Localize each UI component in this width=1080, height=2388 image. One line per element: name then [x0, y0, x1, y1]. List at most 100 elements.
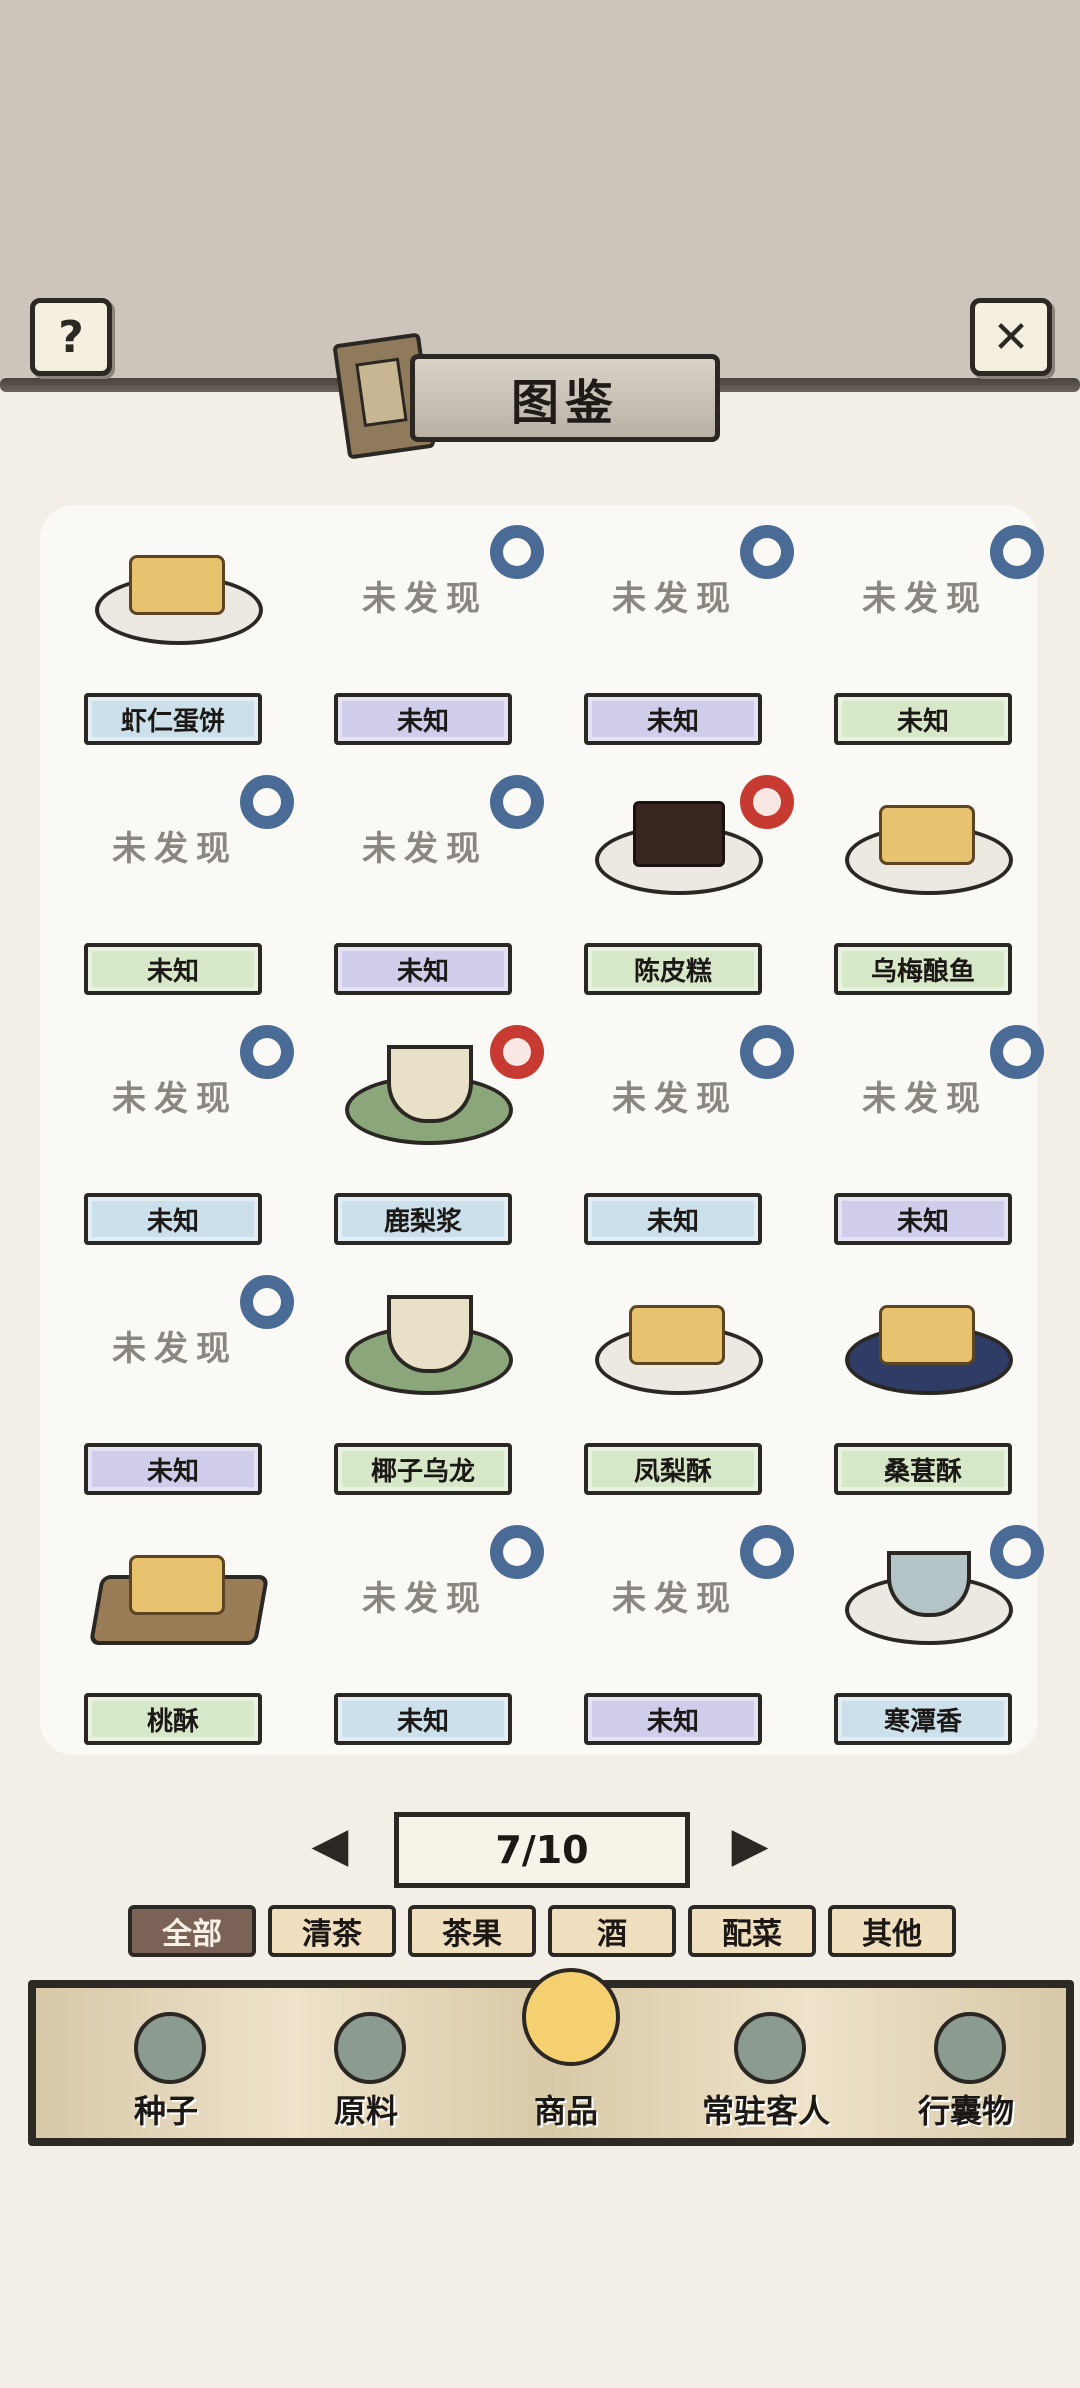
- status-badge-icon: [240, 775, 294, 829]
- status-badge-icon: [740, 1525, 794, 1579]
- collection-item[interactable]: 寒潭香: [800, 1515, 1050, 1765]
- bottom-nav-item[interactable]: 常驻客人: [676, 1988, 856, 2138]
- collection-item[interactable]: 乌梅酿鱼: [800, 765, 1050, 1015]
- nav-icon: [134, 2012, 206, 2084]
- collection-item[interactable]: 未发现 未知: [550, 1015, 800, 1265]
- item-name-label: 未知: [84, 1193, 262, 1245]
- collection-item[interactable]: 未发现 未知: [50, 765, 300, 1015]
- nav-label: 原料: [333, 2092, 398, 2130]
- item-name-label: 未知: [334, 1693, 512, 1745]
- new-badge-icon: [490, 1025, 544, 1079]
- undiscovered-text: 未发现: [362, 828, 488, 869]
- item-name-label: 未知: [84, 1443, 262, 1495]
- nav-label: 行囊物: [917, 2092, 1014, 2130]
- title-banner: 图鉴: [330, 332, 720, 460]
- status-badge-icon: [740, 525, 794, 579]
- bottom-nav-item[interactable]: 原料: [276, 1988, 456, 2138]
- undiscovered-text: 未发现: [112, 1328, 238, 1369]
- undiscovered-text: 未发现: [862, 578, 988, 619]
- nav-label: 常驻客人: [701, 2092, 830, 2130]
- item-name-label: 未知: [584, 693, 762, 745]
- collection-item[interactable]: 椰子乌龙: [300, 1265, 550, 1515]
- item-name-label: 虾仁蛋饼: [84, 693, 262, 745]
- category-tab[interactable]: 全部: [128, 1905, 256, 1957]
- item-name-label: 未知: [334, 693, 512, 745]
- undiscovered-text: 未发现: [112, 828, 238, 869]
- status-badge-icon: [240, 1275, 294, 1329]
- status-badge-icon: [990, 1525, 1044, 1579]
- collection-item[interactable]: 桃酥: [50, 1515, 300, 1765]
- help-button[interactable]: ?: [30, 298, 112, 376]
- bottom-nav-item[interactable]: 商品: [476, 1968, 656, 2138]
- status-badge-icon: [240, 1025, 294, 1079]
- collection-item[interactable]: 陈皮糕: [550, 765, 800, 1015]
- nav-icon: [934, 2012, 1006, 2084]
- category-tab[interactable]: 清茶: [268, 1905, 396, 1957]
- nav-icon: [522, 1968, 620, 2066]
- bottom-nav-item[interactable]: 行囊物: [876, 1988, 1056, 2138]
- collection-item[interactable]: 未发现 未知: [300, 765, 550, 1015]
- item-name-label: 未知: [584, 1693, 762, 1745]
- status-badge-icon: [490, 1525, 544, 1579]
- undiscovered-text: 未发现: [612, 578, 738, 619]
- dish-image: [580, 1275, 770, 1415]
- collection-item[interactable]: 未发现 未知: [50, 1015, 300, 1265]
- item-name-label: 未知: [834, 693, 1012, 745]
- dish-image: [330, 1275, 520, 1415]
- status-badge-icon: [990, 1025, 1044, 1079]
- dish-image: [80, 1525, 270, 1665]
- item-name-label: 凤梨酥: [584, 1443, 762, 1495]
- item-name-label: 未知: [584, 1193, 762, 1245]
- collection-item[interactable]: 未发现 未知: [550, 1515, 800, 1765]
- collection-item[interactable]: 凤梨酥: [550, 1265, 800, 1515]
- dish-image: [80, 525, 270, 665]
- nav-icon: [734, 2012, 806, 2084]
- category-tab[interactable]: 茶果: [408, 1905, 536, 1957]
- collection-item[interactable]: 未发现 未知: [300, 515, 550, 765]
- category-tab[interactable]: 配菜: [688, 1905, 816, 1957]
- item-name-label: 未知: [84, 943, 262, 995]
- item-name-label: 寒潭香: [834, 1693, 1012, 1745]
- status-badge-icon: [490, 775, 544, 829]
- status-badge-icon: [490, 525, 544, 579]
- close-button[interactable]: ✕: [970, 298, 1052, 376]
- dish-image: [830, 1275, 1020, 1415]
- collection-grid: 虾仁蛋饼 未发现 未知 未发现 未知 未发现 未知 未发现 未知 未发现 未知 陈皮糕 乌梅酿鱼 未发现未…: [40, 505, 1044, 1755]
- question-icon: ?: [58, 311, 84, 363]
- nav-icon: [334, 2012, 406, 2084]
- undiscovered-text: 未发现: [362, 578, 488, 619]
- status-badge-icon: [990, 525, 1044, 579]
- item-name-label: 陈皮糕: [584, 943, 762, 995]
- close-icon: ✕: [992, 311, 1030, 363]
- item-name-label: 未知: [334, 943, 512, 995]
- item-name-label: 未知: [834, 1193, 1012, 1245]
- page-title: 图鉴: [410, 354, 720, 442]
- undiscovered-text: 未发现: [612, 1078, 738, 1119]
- new-badge-icon: [740, 775, 794, 829]
- item-name-label: 椰子乌龙: [334, 1443, 512, 1495]
- item-name-label: 乌梅酿鱼: [834, 943, 1012, 995]
- undiscovered-text: 未发现: [612, 1578, 738, 1619]
- category-tab[interactable]: 酒: [548, 1905, 676, 1957]
- collection-item[interactable]: 未发现 未知: [800, 515, 1050, 765]
- page-indicator: 7/10: [394, 1812, 690, 1888]
- prev-page-button[interactable]: ◀: [290, 1818, 370, 1872]
- item-name-label: 桃酥: [84, 1693, 262, 1745]
- bottom-nav-item[interactable]: 种子: [76, 1988, 256, 2138]
- next-page-button[interactable]: ▶: [710, 1818, 790, 1872]
- collection-item[interactable]: 未发现 未知: [550, 515, 800, 765]
- undiscovered-text: 未发现: [362, 1578, 488, 1619]
- item-name-label: 桑葚酥: [834, 1443, 1012, 1495]
- collection-item[interactable]: 桑葚酥: [800, 1265, 1050, 1515]
- nav-label: 种子: [133, 2092, 198, 2130]
- undiscovered-text: 未发现: [112, 1078, 238, 1119]
- collection-item[interactable]: 鹿梨浆: [300, 1015, 550, 1265]
- bottom-navigation: 种子 原料 商品 常驻客人 行囊物: [28, 1968, 1074, 2146]
- collection-item[interactable]: 未发现 未知: [50, 1265, 300, 1515]
- collection-item[interactable]: 未发现 未知: [800, 1015, 1050, 1265]
- collection-item[interactable]: 未发现 未知: [300, 1515, 550, 1765]
- nav-label: 商品: [533, 2092, 598, 2130]
- top-background: [0, 0, 1080, 385]
- category-tab[interactable]: 其他: [828, 1905, 956, 1957]
- collection-item[interactable]: 虾仁蛋饼: [50, 515, 300, 765]
